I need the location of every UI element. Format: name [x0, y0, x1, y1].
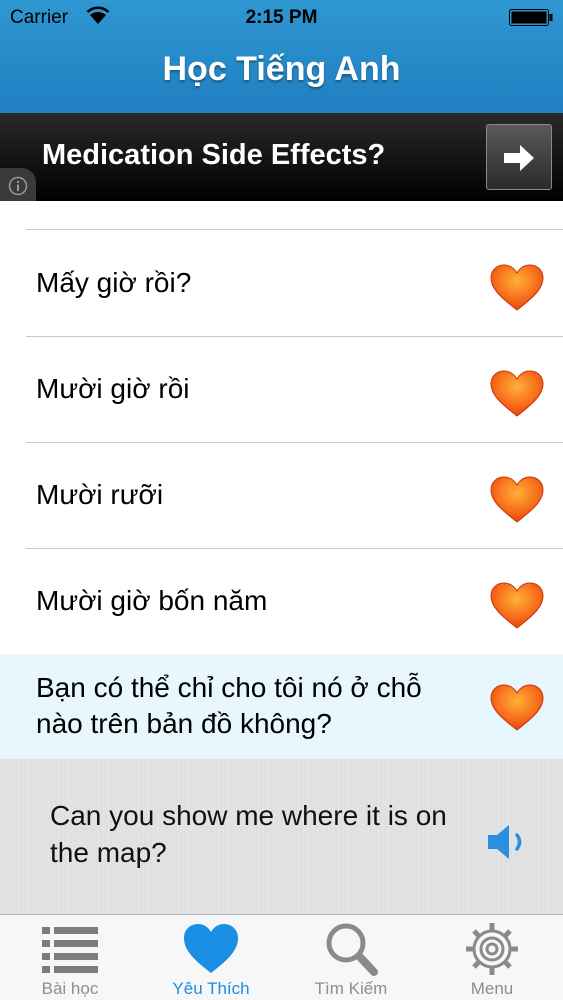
tab-tim-kiem[interactable]: Tìm Kiếm	[281, 915, 421, 1000]
speaker-icon[interactable]	[486, 822, 530, 862]
gear-icon	[466, 923, 518, 975]
list-icon	[42, 927, 98, 973]
heart-icon	[184, 924, 238, 973]
list-item-label: Mười rưỡi	[36, 479, 164, 510]
tab-label: Tìm Kiếm	[314, 979, 388, 998]
heart-icon[interactable]	[489, 684, 545, 732]
list-item-label: Mười giờ rồi	[36, 373, 190, 404]
list-item-label: Mấy giờ rồi?	[36, 267, 192, 298]
list-item[interactable]: Mấy giờ rồi?	[0, 231, 563, 337]
list-item-label: Mười giờ bốn năm	[36, 585, 268, 616]
app-title: Học Tiếng Anh	[162, 50, 401, 88]
tab-label: Yêu Thích	[172, 979, 250, 998]
tab-bai-hoc[interactable]: Bài học	[0, 915, 140, 1000]
status-time: 2:15 PM	[245, 7, 318, 28]
ad-info-button[interactable]	[0, 168, 36, 201]
battery-icon	[509, 9, 553, 26]
ad-text[interactable]: Medication Side Effects?	[42, 139, 385, 172]
translation-panel: Can you show me where it is on the map?	[0, 759, 563, 914]
arrow-right-icon	[504, 145, 534, 171]
info-icon	[8, 176, 28, 196]
list-item[interactable]: Mười giờ rồi	[0, 337, 563, 443]
list-item-selected[interactable]: Bạn có thể chỉ cho tôi nó ở chỗ nào trên…	[0, 654, 563, 760]
list-item[interactable]: Mười rưỡi	[0, 443, 563, 549]
list-top-separator	[26, 229, 563, 230]
heart-icon[interactable]	[489, 370, 545, 418]
tab-menu[interactable]: Menu	[422, 915, 562, 1000]
heart-icon[interactable]	[489, 264, 545, 312]
tab-bar: Bài học Yêu Thích Tìm Kiếm Menu	[0, 914, 563, 1000]
ad-banner[interactable]: Medication Side Effects?	[0, 113, 563, 201]
tab-yeu-thich[interactable]: Yêu Thích	[141, 915, 281, 1000]
list-item-label: Bạn có thể chỉ cho tôi nó ở chỗ nào trên…	[36, 672, 422, 739]
tab-label: Menu	[470, 979, 514, 998]
heart-icon[interactable]	[489, 582, 545, 630]
heart-icon[interactable]	[489, 476, 545, 524]
translation-text: Can you show me where it is on the map?	[50, 800, 447, 868]
ad-arrow-button[interactable]	[486, 124, 552, 190]
list-item[interactable]: Mười giờ bốn năm	[0, 549, 563, 655]
tab-label: Bài học	[41, 979, 99, 998]
search-icon	[326, 923, 378, 976]
status-bar: Carrier 2:15 PM	[0, 0, 563, 36]
header: Carrier 2:15 PM Học Tiếng Anh	[0, 0, 563, 113]
